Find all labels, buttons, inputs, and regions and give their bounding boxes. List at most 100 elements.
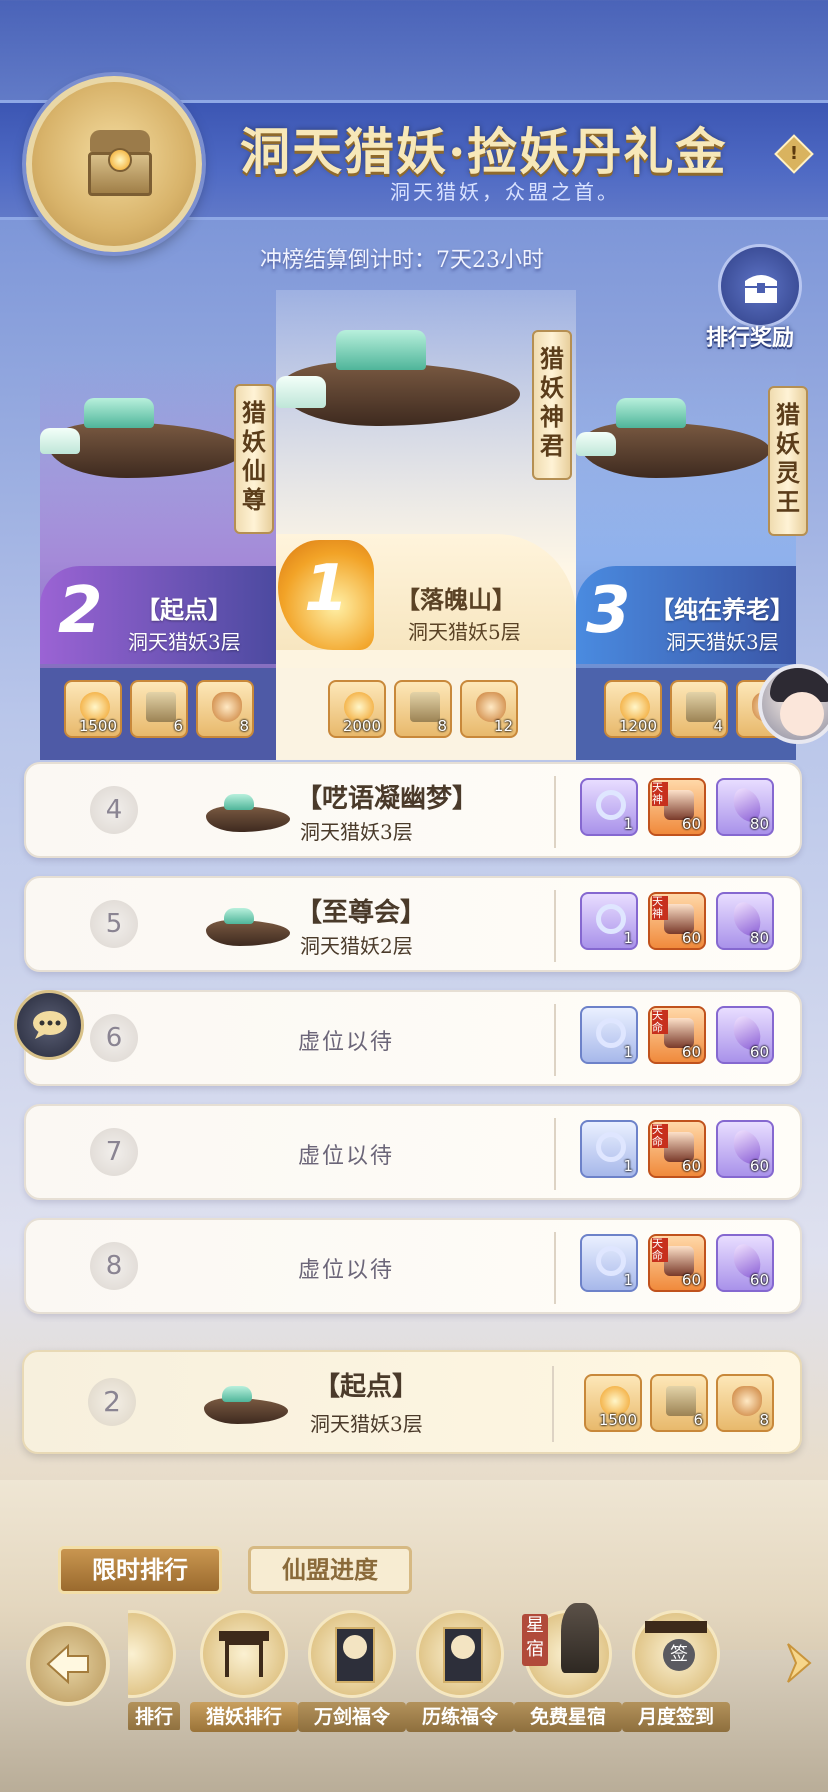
nav-item-free-constellation[interactable]: 星宿 免费星宿 bbox=[514, 1603, 622, 1732]
constellation-badge: 星宿 bbox=[522, 1614, 548, 1666]
crystal-item[interactable]: 60 bbox=[716, 1234, 774, 1292]
item-qty: 6 bbox=[173, 717, 183, 735]
back-button[interactable] bbox=[26, 1622, 110, 1706]
chest-item[interactable]: 6 bbox=[650, 1374, 708, 1432]
forward-arrow-icon[interactable] bbox=[784, 1640, 814, 1686]
portrait-item[interactable]: 天命 60 bbox=[648, 1006, 706, 1064]
sign-board bbox=[645, 1621, 707, 1633]
ring-icon bbox=[596, 1018, 626, 1048]
crystal-item[interactable]: 60 bbox=[716, 1006, 774, 1064]
spirit-coin-item[interactable]: 1500 bbox=[584, 1374, 642, 1432]
title-scroll: 猎妖灵王 bbox=[768, 386, 808, 536]
item-qty: 60 bbox=[681, 929, 701, 947]
nav-item-monthly-signin[interactable]: 签 月度签到 bbox=[622, 1610, 730, 1732]
chest-item[interactable]: 8 bbox=[394, 680, 452, 738]
podium-1-rewards: 2000 8 12 bbox=[276, 668, 576, 760]
page-title: 洞天猎妖·捡妖丹礼金 bbox=[240, 122, 728, 181]
item-qty: 1200 bbox=[618, 717, 657, 735]
rank-row[interactable]: 6 虚位以待 1 天命 60 60 bbox=[24, 990, 802, 1086]
guild-level: 洞天猎妖3层 bbox=[300, 820, 413, 844]
nav-item-sword-fortune[interactable]: 万剑福令 bbox=[298, 1610, 406, 1732]
item-qty: 80 bbox=[749, 929, 769, 947]
chest-emblem-icon bbox=[26, 76, 202, 252]
rank-badge: 7 bbox=[90, 1128, 138, 1176]
airship-pavilion bbox=[224, 908, 254, 924]
portrait-item[interactable]: 天命 60 bbox=[648, 1234, 706, 1292]
item-qty: 1500 bbox=[78, 717, 117, 735]
item-qty: 60 bbox=[749, 1043, 769, 1061]
row-divider bbox=[554, 776, 556, 848]
fortune-seal bbox=[451, 1635, 475, 1659]
crystal-item[interactable]: 80 bbox=[716, 892, 774, 950]
spirit-coin-item[interactable]: 1500 bbox=[64, 680, 122, 738]
ring-item[interactable]: 1 bbox=[580, 778, 638, 836]
nav-item-training-fortune[interactable]: 历练福令 bbox=[406, 1610, 514, 1732]
spirit-coin-item[interactable]: 2000 bbox=[328, 680, 386, 738]
airship-pavilion bbox=[616, 398, 686, 428]
crystal-item[interactable]: 80 bbox=[716, 778, 774, 836]
ring-item[interactable]: 1 bbox=[580, 1120, 638, 1178]
chat-button[interactable] bbox=[14, 990, 84, 1060]
airship-wing bbox=[276, 376, 326, 408]
guild-level: 洞天猎妖3层 bbox=[666, 630, 779, 654]
guild-name: 【至尊会】 bbox=[296, 898, 427, 928]
row-divider bbox=[554, 1118, 556, 1190]
nav-label: 历练福令 bbox=[406, 1702, 514, 1732]
airship-wing bbox=[40, 428, 80, 454]
nav-item-hunt-ranking[interactable]: 猎妖排行 bbox=[190, 1610, 298, 1732]
title-scroll: 猎妖仙尊 bbox=[234, 384, 274, 534]
rank-row[interactable]: 5 【至尊会】 洞天猎妖2层 1 天神 60 80 bbox=[24, 876, 802, 972]
gourd-bag-item[interactable]: 8 bbox=[196, 680, 254, 738]
rank-row[interactable]: 7 虚位以待 1 天命 60 60 bbox=[24, 1104, 802, 1200]
row-divider bbox=[554, 1232, 556, 1304]
page-subtitle: 洞天猎妖，众盟之首。 bbox=[390, 180, 620, 204]
podium-2-rewards: 1500 6 8 bbox=[40, 668, 276, 760]
nav-label: 月度签到 bbox=[622, 1702, 730, 1732]
portrait-tag: 天神 bbox=[652, 782, 668, 806]
gourd-bag-item[interactable]: 12 bbox=[460, 680, 518, 738]
rank-row[interactable]: 8 虚位以待 1 天命 60 60 bbox=[24, 1218, 802, 1314]
portrait-tag: 天命 bbox=[652, 1010, 668, 1034]
row-divider bbox=[552, 1366, 554, 1442]
ring-icon bbox=[596, 1132, 626, 1162]
chest-gem bbox=[108, 148, 132, 172]
gourd-bag-item[interactable]: 8 bbox=[716, 1374, 774, 1432]
ring-item[interactable]: 1 bbox=[580, 1006, 638, 1064]
item-qty: 2000 bbox=[342, 717, 381, 735]
portrait-item[interactable]: 天神 60 bbox=[648, 892, 706, 950]
rank-reward-button[interactable] bbox=[718, 244, 802, 328]
spirit-coin-item[interactable]: 1200 bbox=[604, 680, 662, 738]
item-qty: 1 bbox=[623, 1157, 633, 1175]
gate-roof bbox=[219, 1631, 269, 1641]
crystal-item[interactable]: 60 bbox=[716, 1120, 774, 1178]
tab-limited-ranking[interactable]: 限时排行 bbox=[58, 1546, 222, 1594]
my-guild-row[interactable]: 2 【起点】 洞天猎妖3层 1500 6 8 bbox=[22, 1350, 802, 1454]
gourd-bag-icon bbox=[212, 692, 242, 722]
gate-frame bbox=[225, 1641, 263, 1677]
ring-item[interactable]: 1 bbox=[580, 1234, 638, 1292]
tab-alliance-progress[interactable]: 仙盟进度 bbox=[248, 1546, 412, 1594]
rank-row[interactable]: 4 【呓语凝幽梦】 洞天猎妖3层 1 天神 60 80 bbox=[24, 762, 802, 858]
player-avatar[interactable] bbox=[758, 664, 828, 744]
rank-number: 3 bbox=[586, 574, 631, 648]
ring-icon bbox=[596, 1246, 626, 1276]
chest-item[interactable]: 6 bbox=[130, 680, 188, 738]
ring-item[interactable]: 1 bbox=[580, 892, 638, 950]
item-qty: 60 bbox=[749, 1157, 769, 1175]
gate-icon bbox=[200, 1610, 288, 1698]
portrait-item[interactable]: 天命 60 bbox=[648, 1120, 706, 1178]
item-qty: 8 bbox=[239, 717, 249, 735]
item-qty: 60 bbox=[681, 1043, 701, 1061]
guild-name: 【起点】 bbox=[314, 1372, 419, 1402]
row-divider bbox=[554, 890, 556, 962]
portrait-item[interactable]: 天神 60 bbox=[648, 778, 706, 836]
chest-item[interactable]: 4 bbox=[670, 680, 728, 738]
fortune-book-icon bbox=[416, 1610, 504, 1698]
empty-slot-text: 虚位以待 bbox=[298, 1144, 395, 1169]
airship-thumb bbox=[194, 1384, 292, 1428]
nav-item-ranking[interactable]: 排行 bbox=[128, 1610, 180, 1730]
chest-icon bbox=[410, 692, 440, 722]
item-qty: 1 bbox=[623, 1043, 633, 1061]
guild-name: 【起点】 bbox=[136, 595, 232, 624]
portrait-tag: 天命 bbox=[652, 1238, 668, 1262]
